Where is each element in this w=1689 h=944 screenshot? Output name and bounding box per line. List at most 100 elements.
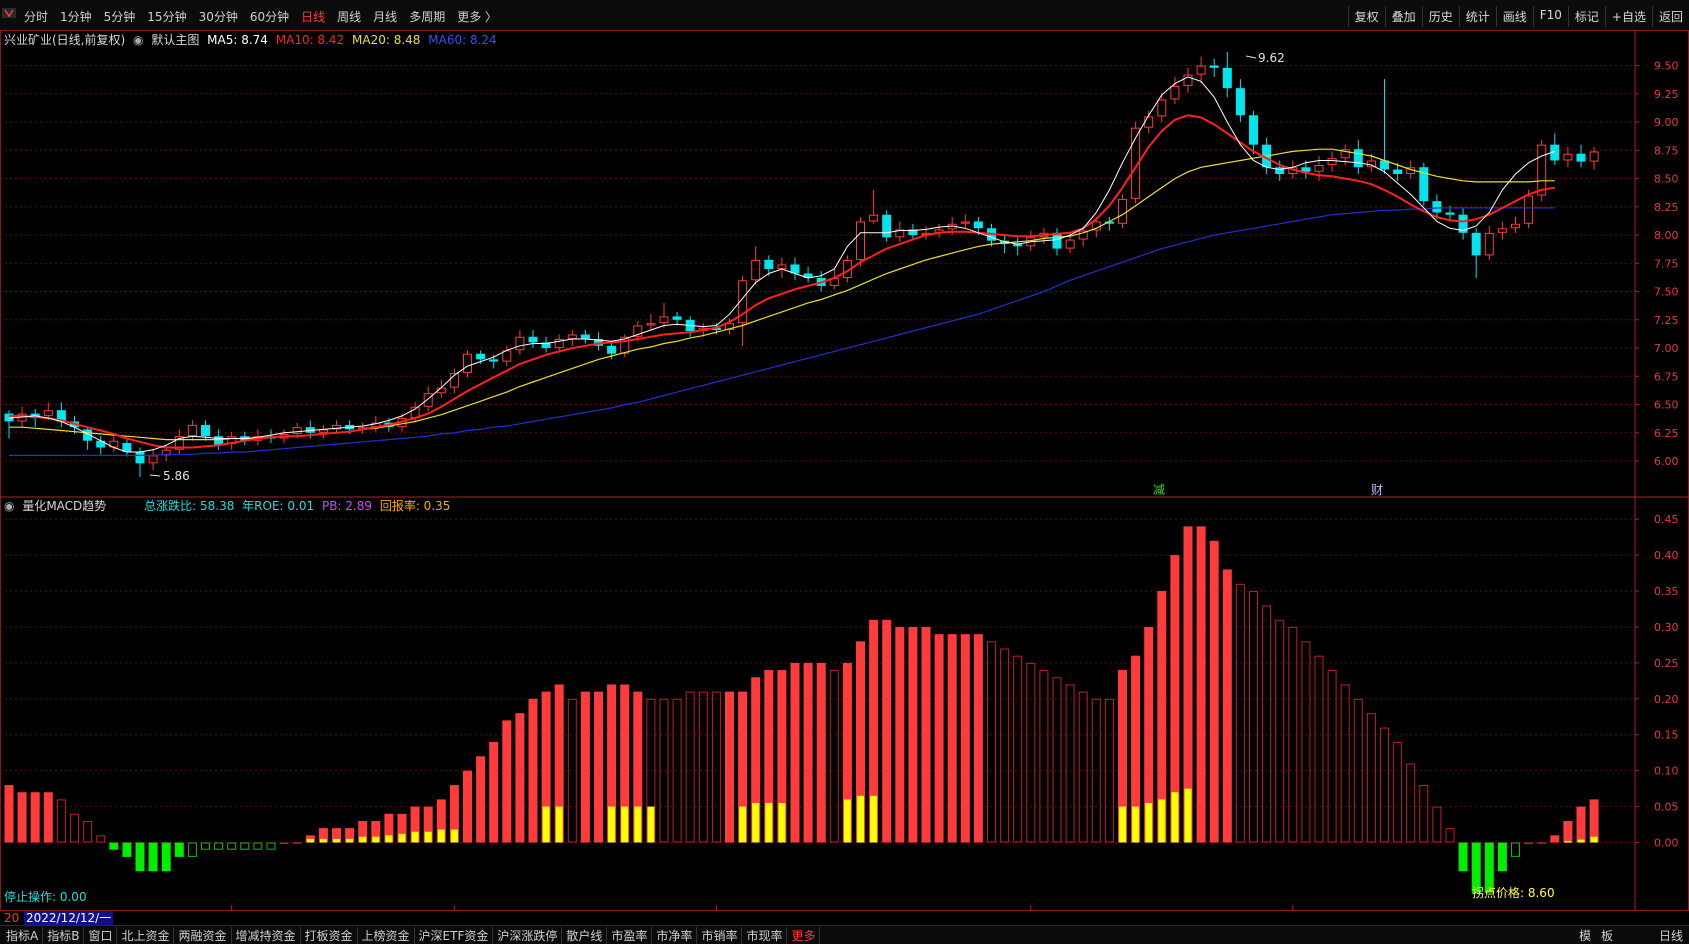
indicator-tab-2[interactable]: 窗口 — [84, 927, 118, 944]
indicator-tab-0[interactable]: 指标A — [2, 927, 44, 944]
macd-bar — [502, 720, 512, 843]
macd-bar — [43, 792, 53, 843]
macd-bar — [463, 770, 472, 843]
board-button[interactable]: 板 — [1601, 927, 1613, 944]
signal-bar — [1577, 839, 1585, 843]
macd-bar — [1340, 684, 1350, 843]
main-axis-label: 9.50 — [1654, 60, 1679, 73]
indicator-tab-8[interactable]: 沪深ETF资金 — [415, 927, 494, 944]
indicator-axis: 0.45 0.40 0.35 0.30 0.25 0.20 0.15 0.10 0.05 0.00 — [1635, 513, 1679, 850]
macd-bar — [1235, 583, 1245, 843]
macd-bar — [122, 842, 132, 857]
signal-bar — [870, 795, 878, 843]
event-marker-reduce[interactable]: 减 — [1153, 483, 1165, 497]
indicator-tab-3[interactable]: 北上资金 — [117, 927, 175, 944]
candle-body — [1432, 201, 1442, 213]
main-axis-label: 6.50 — [1654, 399, 1679, 412]
signal-bar — [1564, 841, 1572, 843]
main-axis-label: 6.75 — [1654, 370, 1679, 383]
indicator-tab-13[interactable]: 市销率 — [697, 927, 743, 944]
macd-bar — [711, 691, 721, 843]
main-axis-label: 7.50 — [1654, 286, 1679, 299]
main-axis-label: 6.25 — [1654, 427, 1679, 440]
candle-body — [1275, 167, 1285, 175]
low-price-arrow — [149, 474, 161, 477]
candle-body — [1511, 223, 1520, 229]
signal-bar — [1171, 792, 1179, 843]
signal-bar — [359, 836, 367, 843]
main-axis-label: 9.00 — [1654, 116, 1679, 129]
candle-body — [1235, 88, 1245, 116]
candle-body — [960, 221, 970, 224]
cursor-date: 2022/12/12/一 — [24, 911, 114, 925]
macd-bar — [476, 756, 486, 843]
candle-body — [1393, 169, 1403, 175]
candle-body — [43, 410, 53, 416]
macd-bar — [698, 691, 708, 843]
candle-body — [607, 345, 617, 354]
candle-body — [1170, 85, 1180, 100]
indicator-tab-6[interactable]: 打板资金 — [301, 927, 358, 944]
indicator-tab-12[interactable]: 市净率 — [652, 927, 698, 944]
signal-bar — [608, 806, 616, 843]
signal-bar — [739, 806, 747, 843]
main-axis-label: 7.00 — [1654, 342, 1679, 355]
candle-body — [1249, 115, 1258, 145]
main-axis-label: 7.75 — [1654, 257, 1679, 270]
candle-body — [148, 455, 158, 464]
candle-body — [1471, 232, 1481, 256]
macd-bar — [829, 670, 839, 843]
sub-axis-label: 0.40 — [1654, 549, 1679, 562]
signal-bar — [752, 803, 760, 843]
macd-bar — [1013, 655, 1023, 843]
signal-bar — [843, 799, 851, 843]
macd-bar — [790, 662, 800, 843]
macd-bar — [1445, 828, 1455, 843]
indicator-tab-4[interactable]: 两融资金 — [174, 927, 232, 944]
candle-body — [777, 264, 787, 269]
macd-bar — [1209, 540, 1219, 843]
indicator-tab-9[interactable]: 沪深涨跌停 — [493, 927, 563, 944]
event-marker-finance[interactable]: 财 — [1371, 483, 1383, 497]
signal-bar — [450, 829, 458, 843]
macd-bar — [908, 626, 918, 843]
indicator-tab-1[interactable]: 指标B — [43, 927, 85, 944]
macd-bar — [1327, 670, 1337, 843]
period-button[interactable]: 日线 — [1659, 927, 1683, 944]
candle-body — [292, 427, 302, 434]
indicator-tab-5[interactable]: 增减持资金 — [232, 927, 301, 944]
macd-bar — [1196, 526, 1206, 843]
indicator-tab-10[interactable]: 散户线 — [562, 927, 608, 944]
sub-axis-label: 0.45 — [1654, 513, 1679, 526]
high-price-arrow — [1245, 55, 1257, 59]
sub-axis-label: 0.25 — [1654, 657, 1679, 670]
macd-bar — [279, 842, 289, 845]
stock-chart[interactable]: 9.50 9.25 9.00 8.75 8.50 8.25 8.00 7.75 7.50 7.25… — [0, 0, 1689, 911]
indicator-tab-14[interactable]: 市现率 — [742, 927, 788, 944]
template-button[interactable]: 模 — [1579, 927, 1591, 944]
signal-bar — [372, 836, 380, 843]
signal-bar — [1132, 806, 1140, 843]
macd-bar — [685, 691, 695, 843]
candle-body — [856, 221, 865, 260]
indicator-tab-7[interactable]: 上榜资金 — [358, 927, 415, 944]
macd-bar — [17, 792, 27, 843]
macd-bar — [1458, 842, 1468, 872]
macd-bar — [1524, 842, 1534, 845]
candle-body — [423, 393, 433, 407]
candle-body — [1353, 149, 1363, 168]
candle-body — [502, 350, 512, 362]
macd-bars — [4, 526, 1599, 893]
candle-body — [318, 429, 328, 433]
sub-axis-label: 0.20 — [1654, 693, 1679, 706]
macd-bar — [960, 634, 970, 843]
candle-body — [1144, 116, 1154, 128]
indicator-tab-15[interactable]: 更多 — [787, 927, 821, 944]
macd-bar — [161, 842, 171, 872]
macd-bar — [1432, 806, 1442, 843]
macd-bar — [1589, 799, 1599, 843]
indicator-tab-11[interactable]: 市盈率 — [607, 927, 653, 944]
macd-bar — [947, 634, 957, 843]
macd-bar — [1419, 785, 1429, 843]
macd-bar — [882, 619, 892, 843]
